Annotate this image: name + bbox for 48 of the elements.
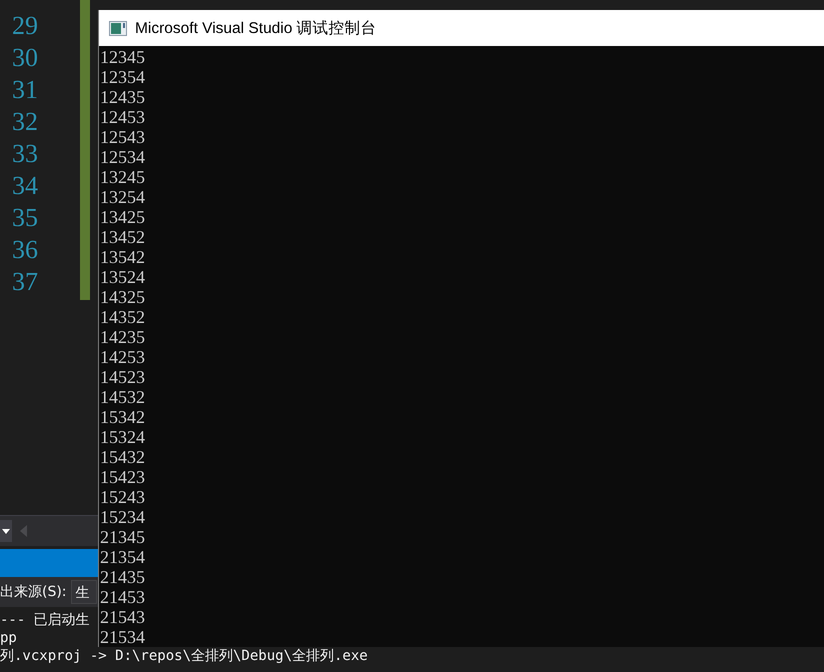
line-number: 37 xyxy=(11,266,39,298)
console-line: 21354 xyxy=(99,547,145,567)
console-line: 21345 xyxy=(99,527,145,547)
dropdown-button[interactable] xyxy=(0,520,12,542)
console-app-icon xyxy=(109,20,127,36)
line-number: 35 xyxy=(11,202,39,234)
console-line: 21453 xyxy=(99,587,145,607)
caret-icon xyxy=(2,528,10,534)
window-title: Microsoft Visual Studio 调试控制台 xyxy=(135,18,377,38)
console-line: 15342 xyxy=(99,407,145,427)
line-number: 32 xyxy=(11,106,39,138)
console-line: 15432 xyxy=(99,447,145,467)
console-line: 21435 xyxy=(99,567,145,587)
console-line: 12543 xyxy=(99,127,145,147)
console-line: 13425 xyxy=(99,207,145,227)
console-line: 15234 xyxy=(99,507,145,527)
console-line: 14325 xyxy=(99,287,145,307)
console-line: 12453 xyxy=(99,107,145,127)
line-number: 34 xyxy=(11,170,39,202)
console-line: 21534 xyxy=(99,627,145,647)
console-line: 13452 xyxy=(99,227,145,247)
console-line: 12354 xyxy=(99,67,145,87)
console-line: 12435 xyxy=(99,87,145,107)
console-line: 15243 xyxy=(99,487,145,507)
console-line: 13524 xyxy=(99,267,145,287)
console-line: 14532 xyxy=(99,387,145,407)
console-line: 12534 xyxy=(99,147,145,167)
source-dropdown[interactable]: 生 xyxy=(70,580,97,604)
console-line: 15423 xyxy=(99,467,145,487)
output-line: pp xyxy=(0,629,17,647)
console-line: 12345 xyxy=(99,47,145,67)
line-number: 30 xyxy=(11,42,39,74)
console-line: 14352 xyxy=(99,307,145,327)
line-number: 33 xyxy=(11,138,39,170)
source-label: 出来源(S): xyxy=(0,583,67,601)
output-line: 列.vcxproj -> D:\repos\全排列\Debug\全排列.exe xyxy=(0,647,368,665)
line-number: 36 xyxy=(11,234,39,266)
console-line: 14235 xyxy=(99,327,145,347)
console-line: 15324 xyxy=(99,427,145,447)
line-number: 29 xyxy=(11,10,39,42)
console-line: 13245 xyxy=(99,167,145,187)
console-line: 21543 xyxy=(99,607,145,627)
console-line: 13254 xyxy=(99,187,145,207)
output-line: --- 已启动生 xyxy=(0,611,90,629)
console-line: 13542 xyxy=(99,247,145,267)
line-number: 31 xyxy=(11,74,39,106)
console-line: 14523 xyxy=(99,367,145,387)
console-line: 14253 xyxy=(99,347,145,367)
